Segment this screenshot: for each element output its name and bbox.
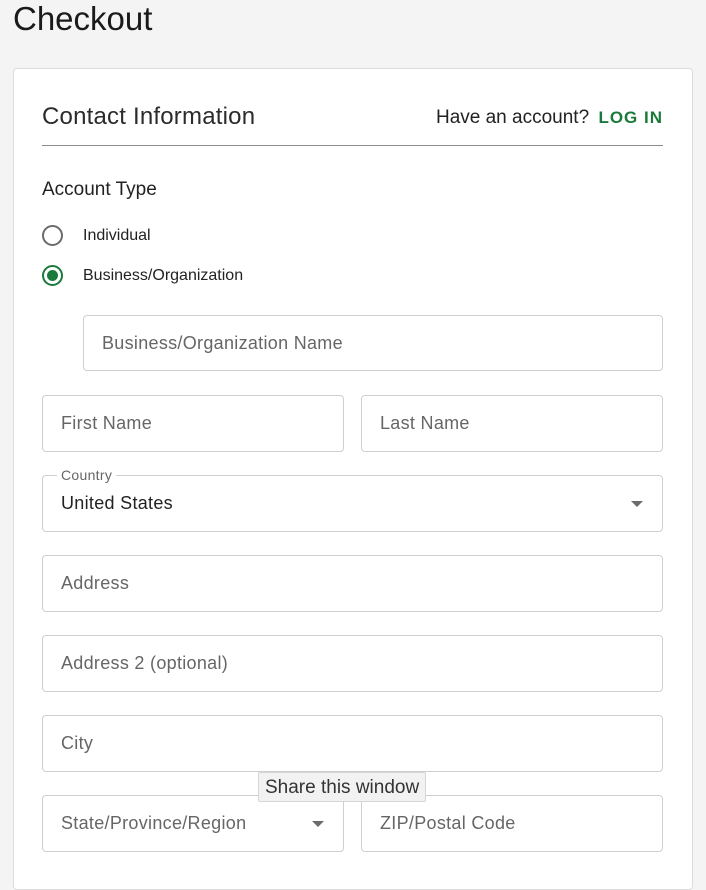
state-select[interactable]: State/Province/Region: [42, 795, 344, 852]
chevron-down-icon[interactable]: [631, 500, 643, 507]
radio-business-label: Business/Organization: [83, 266, 244, 284]
radio-individual[interactable]: Individual: [42, 225, 151, 246]
account-prompt: Have an account? LOG IN: [436, 106, 663, 130]
business-name-input[interactable]: [84, 332, 662, 354]
radio-business[interactable]: Business/Organization: [42, 265, 243, 286]
account-prompt-text: Have an account?: [435, 107, 590, 128]
country-select[interactable]: Country United States: [42, 467, 663, 532]
address-field[interactable]: [42, 555, 663, 612]
radio-checked-icon[interactable]: [42, 265, 63, 286]
country-value: United States: [61, 493, 173, 513]
radio-dot: [47, 270, 58, 281]
chevron-down-icon[interactable]: [312, 820, 324, 827]
first-name-field[interactable]: [42, 395, 344, 452]
section-divider: [42, 145, 663, 146]
last-name-input[interactable]: [362, 413, 662, 434]
share-window-tooltip: Share this window: [258, 772, 427, 802]
city-input[interactable]: [43, 733, 662, 754]
address2-input[interactable]: [43, 653, 662, 674]
zip-input[interactable]: [362, 813, 662, 834]
address-input[interactable]: [43, 573, 662, 594]
city-field[interactable]: [42, 715, 663, 772]
last-name-field[interactable]: [361, 395, 663, 452]
business-name-field[interactable]: [83, 315, 663, 371]
zip-field[interactable]: [361, 795, 663, 852]
page-title: Checkout: [13, 0, 153, 37]
address2-field[interactable]: [42, 635, 663, 692]
country-label: Country: [57, 467, 117, 483]
radio-individual-label: Individual: [83, 226, 151, 244]
first-name-input[interactable]: [43, 413, 343, 434]
section-title: Contact Information: [42, 103, 256, 130]
radio-unchecked-icon[interactable]: [42, 225, 63, 246]
login-link[interactable]: LOG IN: [598, 108, 663, 127]
state-placeholder: State/Province/Region: [61, 813, 247, 833]
account-type-label: Account Type: [42, 179, 157, 200]
